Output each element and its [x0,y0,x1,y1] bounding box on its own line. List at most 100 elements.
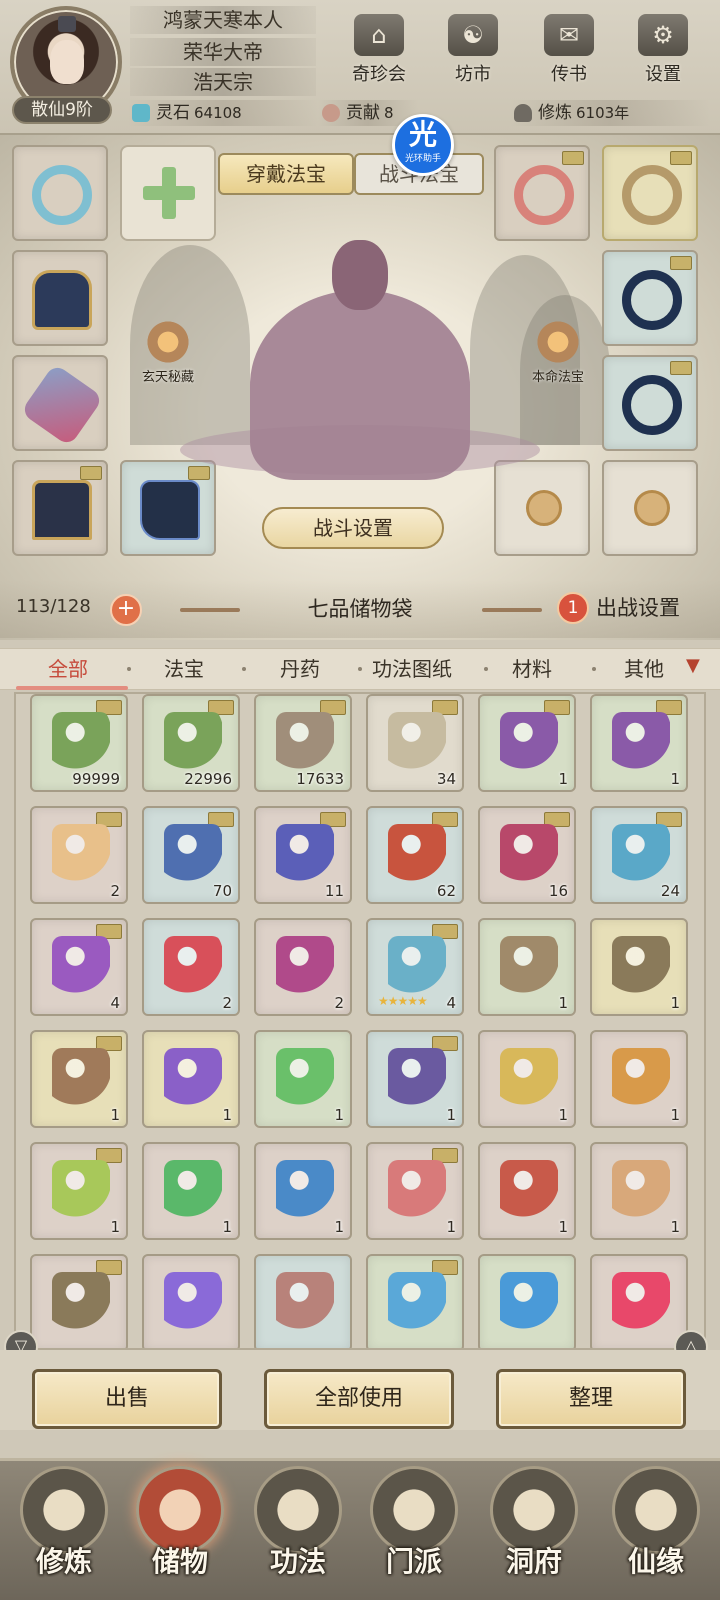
crown-icon [58,16,76,32]
item-slot[interactable]: 2 [142,918,240,1016]
ornament-right [482,608,542,612]
fire-cactus-icon [500,824,558,882]
item-slot[interactable]: 70 [142,806,240,904]
item-slot[interactable]: 4 [30,918,128,1016]
crystal-flower-icon [612,824,670,882]
gear-icon: ⚙ [638,14,688,56]
item-slot[interactable]: 1 [590,1030,688,1128]
sort-button[interactable]: 整理 [496,1369,686,1429]
nav-techniques[interactable]: 功法 [246,1466,350,1594]
equip-slot-locked-1[interactable] [494,460,590,556]
item-slot[interactable] [254,1254,352,1348]
equip-slot-ring-dark-2[interactable] [602,355,698,451]
nav-storage[interactable]: 储物 [128,1466,232,1594]
tab-materials[interactable]: 材料 [512,652,552,686]
sword-icon [500,1048,558,1106]
grape-cloth-icon [500,712,558,770]
item-quantity: 1 [446,1218,456,1236]
equip-slot-ring-gold[interactable] [602,145,698,241]
item-slot[interactable]: 99999 [30,694,128,792]
item-slot[interactable]: 22996 [142,694,240,792]
battle-settings-button[interactable]: 战斗设置 [262,507,444,549]
item-slot[interactable]: 24 [590,806,688,904]
feature-natal-treasure[interactable]: 本命法宝 [518,318,598,385]
item-slot[interactable]: 1 [254,1142,352,1240]
lock-tag-icon [80,466,102,480]
item-slot[interactable]: 1 [478,694,576,792]
use-all-button[interactable]: 全部使用 [264,1369,454,1429]
item-slot[interactable]: ★★★★★ 4 [366,918,464,1016]
item-slot[interactable]: 1 [478,918,576,1016]
equip-slot-locked-2[interactable] [602,460,698,556]
tab-worn-treasures[interactable]: 穿戴法宝 [218,153,354,195]
tab-all[interactable]: 全部 [48,652,88,686]
item-slot[interactable] [590,1254,688,1348]
gauntlet-icon [20,363,104,447]
equip-slot-pants[interactable] [12,460,108,556]
item-grid[interactable]: 99999 22996 17633 34 1 1 2 70 11 62 16 24 4 2 2 ★★★★★ 4 1… [14,692,706,1350]
item-quantity: 22996 [184,770,232,788]
red-orb-icon [612,1272,670,1330]
equip-slot-gauntlet[interactable] [12,355,108,451]
bag-capacity: 113/128 [16,596,91,617]
tab-technique-blueprints[interactable]: 功法图纸 [372,652,452,686]
item-slot[interactable]: 17633 [254,694,352,792]
item-slot[interactable]: 1 [142,1142,240,1240]
item-slot[interactable]: 1 [254,1030,352,1128]
tab-treasures[interactable]: 法宝 [164,652,204,686]
crystal-flower-icon [52,936,110,994]
item-slot[interactable]: 1 [590,1142,688,1240]
equip-slot-ring-dark-1[interactable] [602,250,698,346]
item-slot[interactable]: 1 [30,1030,128,1128]
item-slot[interactable]: 2 [30,806,128,904]
item-slot[interactable]: 34 [366,694,464,792]
top-button-letters[interactable]: ✉ 传书 [534,14,604,86]
item-slot[interactable]: 1 [478,1030,576,1128]
equip-slot-boots[interactable] [120,460,216,556]
tab-others[interactable]: 其他 [624,652,664,686]
item-quantity: 1 [110,1106,120,1124]
equip-slot-ring-red[interactable] [494,145,590,241]
item-quantity: 2 [334,994,344,1012]
item-slot[interactable] [478,1254,576,1348]
item-slot[interactable]: 1 [142,1030,240,1128]
feature-mystic-vault[interactable]: 玄天秘藏 [128,318,208,385]
top-button-market[interactable]: ☯ 坊市 [438,14,508,86]
herb-icon [164,712,222,770]
item-slot[interactable] [30,1254,128,1348]
item-slot[interactable]: 2 [254,918,352,1016]
item-slot[interactable] [142,1254,240,1348]
item-slot[interactable]: 1 [590,694,688,792]
item-slot[interactable]: 1 [478,1142,576,1240]
item-quantity: 1 [558,994,568,1012]
nav-immortal-fate[interactable]: 仙缘 [604,1466,708,1594]
equip-slot-armor[interactable] [12,250,108,346]
player-name: 鸿蒙天寒本人 [130,6,316,34]
item-slot[interactable]: 1 [366,1030,464,1128]
nav-cave-dwelling[interactable]: 洞府 [482,1466,586,1594]
active-tab-underline [16,686,128,690]
cauldron-icon [52,1272,110,1330]
item-slot[interactable]: 1 [590,918,688,1016]
item-slot[interactable] [366,1254,464,1348]
add-treasure-slot[interactable] [120,145,216,241]
nav-sect[interactable]: 门派 [362,1466,466,1594]
nav-cultivate[interactable]: 修炼 [12,1466,116,1594]
item-slot[interactable]: 62 [366,806,464,904]
item-slot[interactable]: 1 [30,1142,128,1240]
equip-slot-necklace[interactable] [12,145,108,241]
top-button-treasure-auction[interactable]: ⌂ 奇珍会 [344,14,414,86]
top-button-settings[interactable]: ⚙ 设置 [628,14,698,86]
sortie-settings-button[interactable]: 出战设置 [596,592,680,624]
spiky-fruit-icon [164,936,222,994]
item-slot[interactable]: 16 [478,806,576,904]
tab-pills[interactable]: 丹药 [280,652,320,686]
helper-app-badge[interactable]: 光 光环助手 [392,114,454,176]
chevron-down-icon[interactable]: ▼ [686,655,700,676]
ring-icon [622,270,682,330]
array-scroll-icon [388,712,446,770]
sell-button[interactable]: 出售 [32,1369,222,1429]
item-slot[interactable]: 1 [366,1142,464,1240]
item-slot[interactable]: 11 [254,806,352,904]
expand-bag-button[interactable]: + [110,594,142,626]
